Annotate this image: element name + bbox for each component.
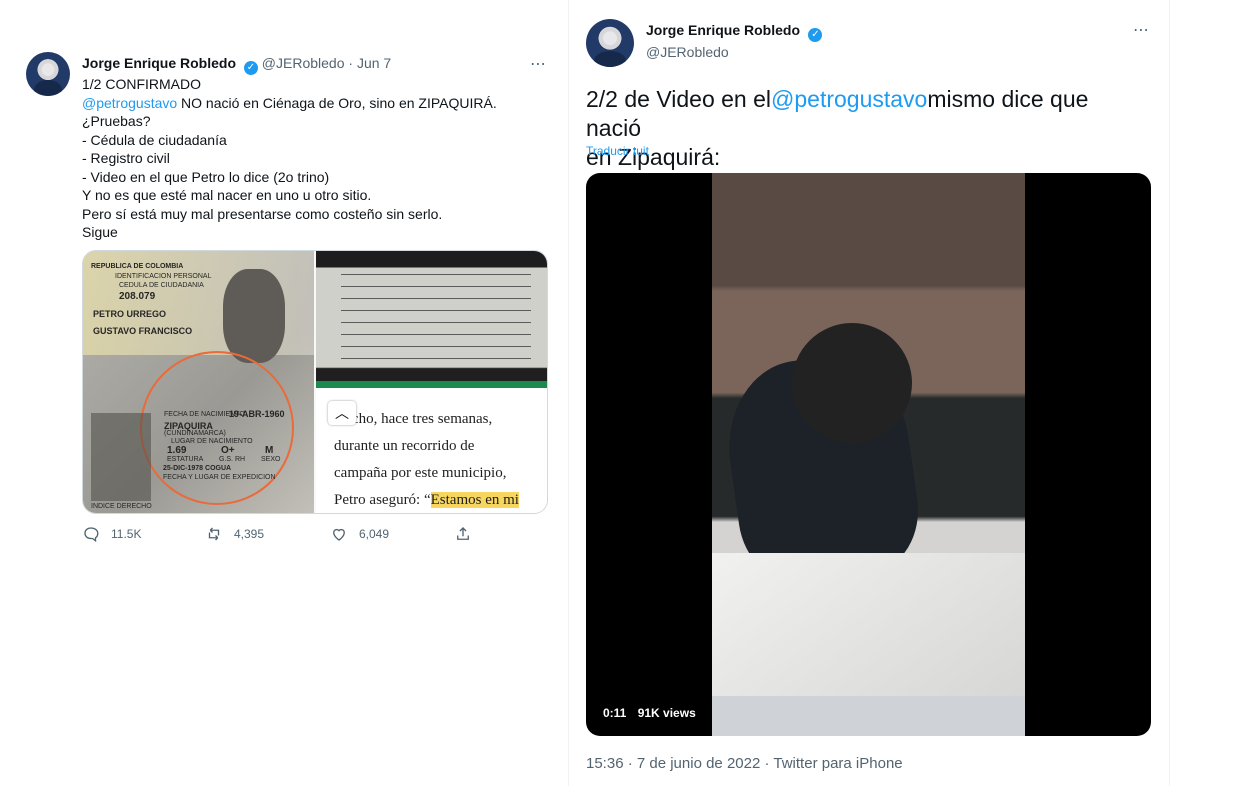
author-name-2[interactable]: Jorge Enrique Robledo bbox=[646, 22, 800, 38]
more-options-icon-2[interactable]: ⋯ bbox=[1133, 20, 1150, 40]
tweet-text-line-6: - Video en el que Petro lo dice (2o trin… bbox=[82, 168, 330, 185]
video-person-head bbox=[792, 323, 912, 443]
news-line-4-text: Petro aseguró: “ bbox=[334, 492, 431, 508]
video-player[interactable]: 0:11 91K views bbox=[586, 173, 1151, 736]
tweet-text-line-8: Pero sí está muy mal presentarse como co… bbox=[82, 205, 443, 222]
tweet-2-meta: 15:36 · 7 de junio de 2022 · Twitter par… bbox=[586, 755, 903, 772]
id-text-8: 19-ABR-1960 bbox=[229, 409, 285, 419]
id-text-18: 25-DIC-1978 COGUA bbox=[163, 465, 232, 472]
author-handle-2[interactable]: @JERobledo bbox=[646, 44, 822, 60]
author-handle[interactable]: @JERobledo bbox=[262, 55, 345, 71]
id-text-10: (CUNDINAMARCA) bbox=[164, 430, 226, 437]
author-avatar-2[interactable] bbox=[586, 19, 634, 67]
tweet-text-line-1: 1/2 CONFIRMADO bbox=[82, 76, 202, 92]
like-button[interactable]: 6,049 bbox=[330, 525, 389, 543]
share-button[interactable] bbox=[454, 525, 472, 543]
id-text-17: SEXO bbox=[261, 456, 281, 463]
green-divider bbox=[316, 381, 547, 388]
registry-and-news-image: ︿ ...echo, hace tres semanas, durante un… bbox=[316, 251, 547, 513]
id-text-11: LUGAR DE NACIMIENTO bbox=[171, 438, 253, 445]
chevron-up-icon[interactable]: ︿ bbox=[328, 401, 356, 425]
retweet-count: 4,395 bbox=[234, 527, 265, 541]
tweet-1-body: Jorge Enrique Robledo ✓ @JERobledo · Jun… bbox=[82, 54, 542, 242]
share-icon bbox=[454, 525, 472, 543]
tweet-text-line-3: ¿Pruebas? bbox=[82, 113, 151, 129]
author-block: Jorge Enrique Robledo ✓ @JERobledo bbox=[646, 22, 823, 60]
reply-button[interactable]: 11.5K bbox=[82, 525, 141, 543]
verified-icon: ✓ bbox=[243, 61, 258, 75]
verified-icon-2: ✓ bbox=[808, 28, 823, 42]
mention-link-2[interactable]: @petrogustavo bbox=[771, 86, 927, 112]
dot-separator: · bbox=[348, 55, 357, 71]
tweet-1-actions: 11.5K 4,395 6,049 bbox=[82, 525, 472, 543]
tweet-2-text-c: en Zipaquirá: bbox=[586, 144, 721, 170]
news-line-3: campaña por este municipio, bbox=[334, 465, 507, 481]
author-avatar[interactable] bbox=[26, 52, 70, 96]
id-text-2: IDENTIFICACION PERSONAL bbox=[115, 273, 212, 280]
reply-count: 11.5K bbox=[111, 527, 142, 541]
author-name[interactable]: Jorge Enrique Robledo bbox=[82, 55, 236, 71]
tweet-date[interactable]: Jun 7 bbox=[357, 55, 391, 71]
id-text-13: O+ bbox=[221, 445, 235, 456]
tweet-text-line-9: Sigue bbox=[82, 224, 118, 240]
tweet-text-line-2-text: NO nació en Ciénaga de Oro, sino en ZIPA… bbox=[181, 94, 497, 111]
heart-icon bbox=[330, 525, 348, 543]
more-options-icon[interactable]: ⋯ bbox=[530, 54, 547, 74]
mention-link[interactable]: @petrogustavo bbox=[82, 95, 177, 111]
id-card-photo bbox=[223, 269, 285, 363]
translate-link[interactable]: Traducir tuit bbox=[586, 144, 649, 158]
id-text-5: PETRO URREGO bbox=[93, 309, 167, 319]
id-text-3: CEDULA DE CIUDADANIA bbox=[119, 282, 204, 289]
id-text-1: REPUBLICA DE COLOMBIA bbox=[91, 263, 184, 270]
tweet-text-line-2: @petrogustavo NO nació en Ciénaga de Oro… bbox=[82, 94, 542, 113]
id-text-6: GUSTAVO FRANCISCO bbox=[93, 326, 193, 336]
id-text-12: 1.69 bbox=[167, 445, 187, 456]
news-line-2: durante un recorrido de bbox=[334, 438, 475, 454]
video-time: 0:11 bbox=[603, 706, 627, 720]
registry-lines bbox=[341, 263, 531, 367]
news-highlight: Estamos en mi bbox=[430, 492, 519, 508]
tweet-timestamp[interactable]: 15:36 · 7 de junio de 2022 bbox=[586, 755, 760, 772]
retweet-icon bbox=[205, 525, 223, 543]
id-card-image: REPUBLICA DE COLOMBIA IDENTIFICACION PER… bbox=[83, 251, 314, 513]
tweet-2-text: 2/2 de Video en el@petrogustavomismo dic… bbox=[586, 85, 1146, 172]
tweet-text-line-7: Y no es que esté mal nacer en uno u otro… bbox=[82, 187, 372, 203]
video-frame bbox=[712, 173, 1025, 736]
id-text-15: ESTATURA bbox=[167, 456, 204, 463]
video-views: 91K views bbox=[637, 706, 696, 720]
tweet-1-media[interactable]: REPUBLICA DE COLOMBIA IDENTIFICACION PER… bbox=[82, 250, 548, 514]
id-text-4: 208.079 bbox=[119, 291, 156, 302]
tweet-text-line-5: - Registro civil bbox=[82, 150, 170, 166]
retweet-button[interactable]: 4,395 bbox=[205, 525, 264, 543]
id-text-20: INDICE DERECHO bbox=[91, 503, 152, 510]
video-taskbar bbox=[712, 696, 1025, 736]
video-paper bbox=[712, 553, 1025, 703]
video-info: 0:11 91K views bbox=[603, 706, 696, 720]
id-text-14: M bbox=[265, 445, 274, 456]
author-name-row: Jorge Enrique Robledo ✓ bbox=[646, 22, 823, 42]
like-count: 6,049 bbox=[359, 527, 390, 541]
tweet-source[interactable]: Twitter para iPhone bbox=[773, 755, 902, 772]
tweet-text-line-4: - Cédula de ciudadanía bbox=[82, 131, 227, 148]
id-text-19: FECHA Y LUGAR DE EXPEDICION bbox=[163, 474, 276, 481]
news-line-1: ...echo, hace tres semanas, bbox=[334, 411, 493, 427]
tweet-2-text-a: 2/2 de Video en el bbox=[586, 86, 772, 112]
tweet-2: Jorge Enrique Robledo ✓ @JERobledo ⋯ 2/2… bbox=[568, 0, 1170, 786]
reply-icon bbox=[82, 525, 100, 543]
news-line-4: Petro aseguró: “Estamos en mi bbox=[334, 487, 537, 513]
fingerprint bbox=[91, 413, 151, 501]
id-text-16: G.S. RH bbox=[219, 456, 246, 463]
